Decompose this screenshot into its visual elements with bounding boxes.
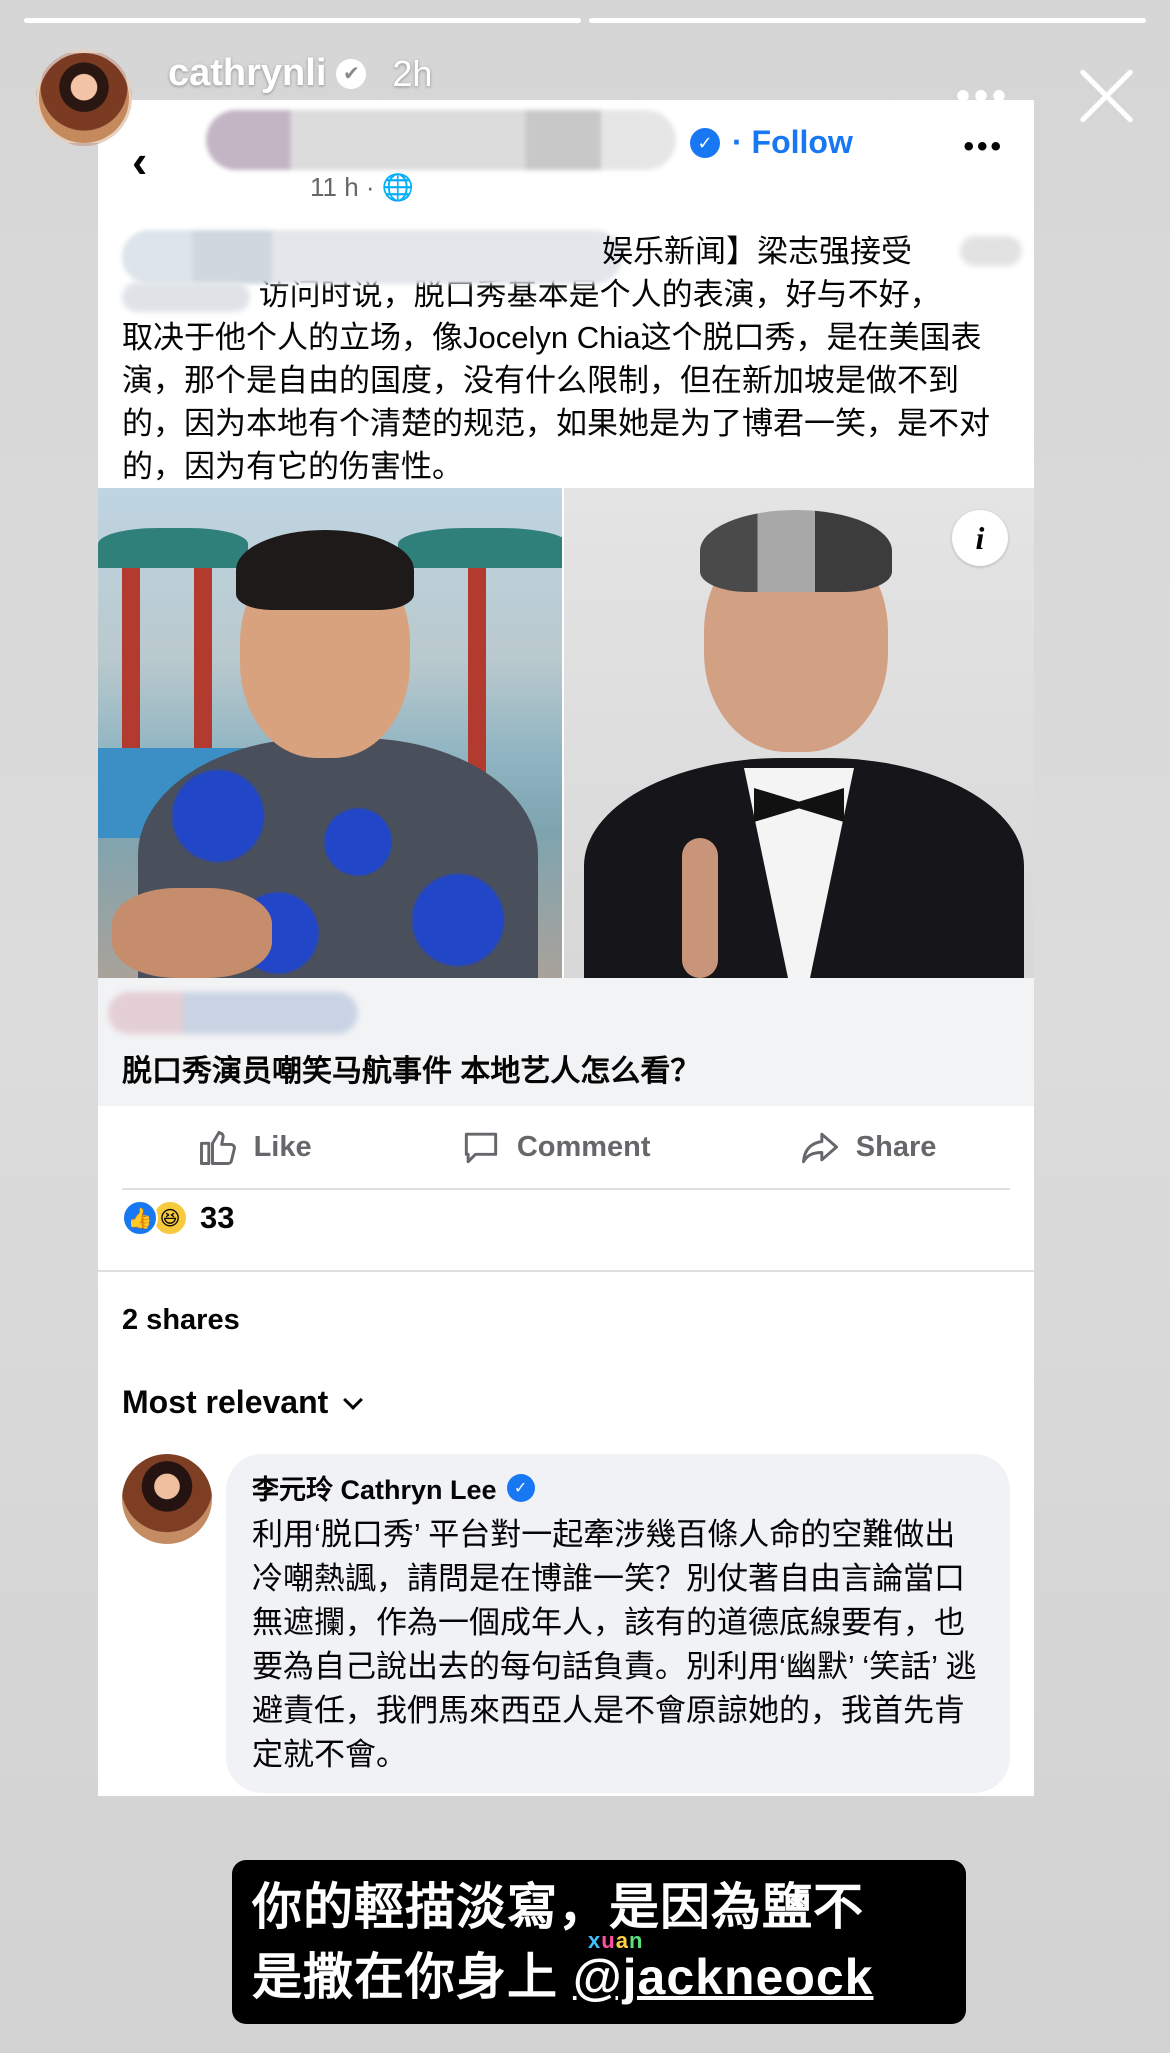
comment-avatar[interactable]: [122, 1454, 212, 1544]
photo-left-man: [98, 488, 562, 978]
close-icon[interactable]: [1076, 66, 1136, 126]
comment-text: 利用‘脱口秀’ 平台對一起牽涉幾百條人命的空難做出冷嘲熱諷，請問是在博誰一笑？別…: [252, 1517, 977, 1772]
story-header: cathrynli ✔ 2h •••: [36, 50, 1140, 150]
sort-label: Most relevant: [122, 1384, 329, 1420]
watermark-char: n: [628, 1928, 644, 1953]
post-timestamp: 11 h · 🌐: [310, 172, 415, 202]
redacted-source: [122, 230, 622, 284]
story-progress-segment-1: [24, 18, 581, 23]
redacted-name: [960, 236, 1022, 266]
watermark-char: x: [588, 1928, 602, 1953]
divider: [98, 1270, 1034, 1272]
facebook-post-screenshot: ‹ ✓ · Follow ••• 11 h · 🌐 娱乐新闻】梁志强接受 访问时…: [98, 100, 1034, 1796]
info-icon[interactable]: i: [952, 510, 1008, 566]
verified-badge-icon: ✓: [506, 1473, 535, 1502]
post-text-line1: 娱乐新闻】梁志强接受: [602, 234, 912, 269]
comment-author-name: 李元玲 Cathryn Lee: [252, 1475, 497, 1505]
post-body-text: 娱乐新闻】梁志强接受 访问时说，脱口秀基本是个人的表演，好与不好， 取决于他个人…: [98, 226, 1034, 488]
comment-bubble: 李元玲 Cathryn Lee ✓ 利用‘脱口秀’ 平台對一起牽涉幾百條人命的空…: [226, 1454, 1010, 1793]
like-button[interactable]: Like: [196, 1125, 312, 1169]
link-source-redacted: [108, 992, 358, 1034]
link-preview[interactable]: 脱口秀演员嘲笑马航事件 本地艺人怎么看？: [98, 978, 1034, 1106]
share-arrow-icon: [801, 1132, 838, 1164]
like-label: Like: [253, 1130, 312, 1163]
post-action-bar: Like Comment Share: [122, 1106, 1010, 1190]
story-progress-bar: [24, 18, 1146, 23]
redacted-outlet: [122, 281, 250, 312]
mention-link[interactable]: @jackneock: [573, 1949, 874, 2005]
link-title[interactable]: 脱口秀演员嘲笑马航事件 本地艺人怎么看？: [122, 1046, 700, 1090]
comment-bubble-icon: [464, 1132, 497, 1164]
share-label: Share: [855, 1130, 937, 1163]
watermark-char: a: [615, 1928, 629, 1953]
post-photo[interactable]: i: [98, 488, 1034, 978]
story-timestamp: 2h: [392, 52, 433, 94]
verified-badge-icon: ✔: [336, 58, 367, 89]
story-username[interactable]: cathrynli: [168, 52, 326, 95]
post-text-rest: 取决于他个人的立场，像Jocelyn Chia这个脱口秀，是在美国表演，那个是自…: [122, 320, 990, 484]
watermark-char: u: [601, 1928, 616, 1953]
story-progress-segment-2: [589, 18, 1146, 23]
like-reaction-icon: 👍: [122, 1200, 158, 1236]
reaction-summary[interactable]: 👍 😆 33: [122, 1200, 234, 1236]
shares-count[interactable]: 2 shares: [122, 1304, 240, 1337]
comment-sort-dropdown[interactable]: Most relevant: [122, 1384, 364, 1421]
thumbs-up-icon: [199, 1130, 236, 1165]
comment-label: Comment: [516, 1130, 651, 1163]
comment-button[interactable]: Comment: [459, 1125, 651, 1169]
story-avatar[interactable]: [36, 50, 132, 146]
photo-right-man: i: [564, 488, 1034, 978]
chevron-down-icon: [343, 1389, 364, 1410]
reaction-count: 33: [200, 1200, 235, 1235]
caption-line2-text: 是撒在你身上: [252, 1949, 573, 2005]
share-button[interactable]: Share: [798, 1125, 937, 1169]
comment-author[interactable]: 李元玲 Cathryn Lee ✓: [252, 1468, 984, 1507]
story-user-info: cathrynli ✔ 2h: [168, 52, 432, 95]
watermark-logo: xuan: [588, 1928, 643, 1954]
more-horizontal-icon[interactable]: •••: [956, 74, 1010, 119]
